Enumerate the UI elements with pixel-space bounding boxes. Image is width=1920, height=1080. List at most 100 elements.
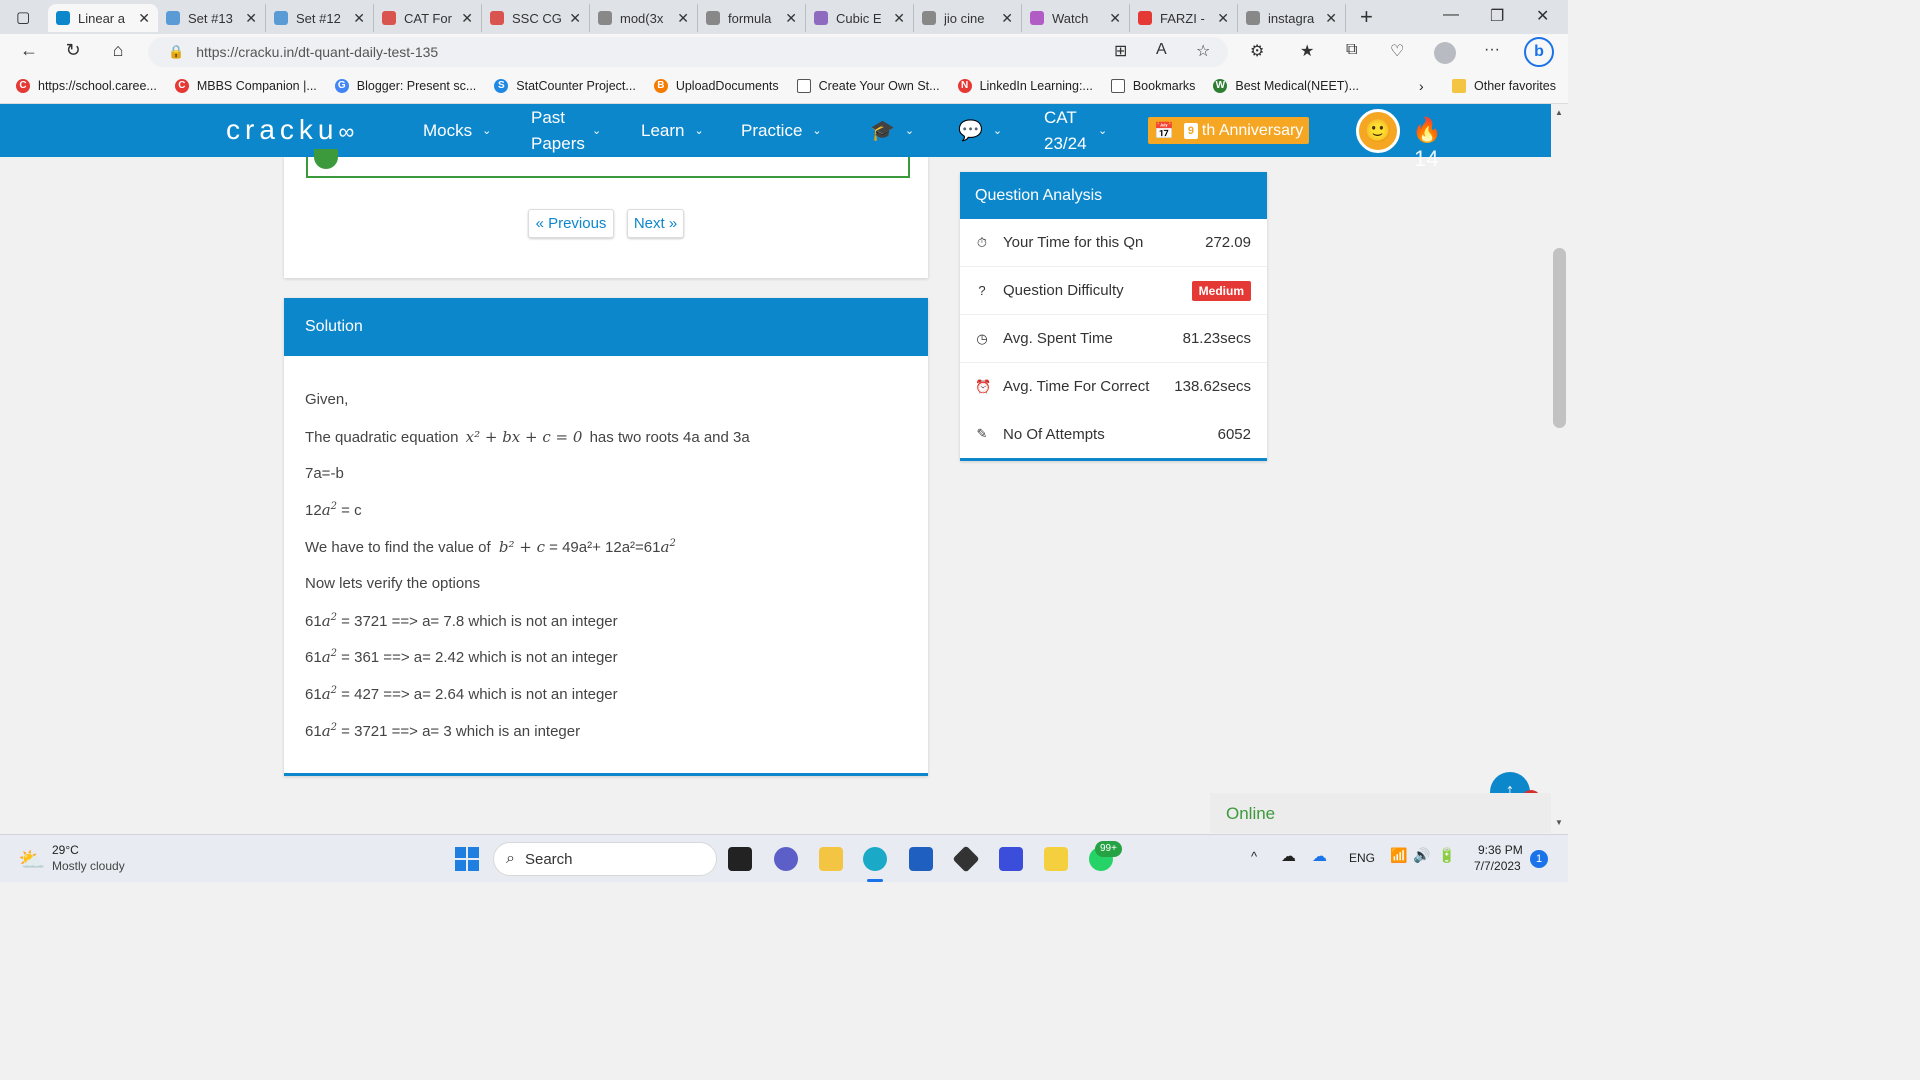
tab-favicon [56, 11, 70, 25]
tab-6[interactable]: formula ✕ [698, 4, 806, 32]
language-indicator[interactable]: ENG [1349, 851, 1375, 865]
file-explorer-icon[interactable] [819, 847, 843, 871]
close-window-icon[interactable]: ✕ [1536, 6, 1549, 26]
onedrive-icon[interactable]: ☁ [1312, 847, 1327, 865]
favorites-icon[interactable]: ★ [1300, 41, 1314, 61]
close-tab-icon[interactable]: ✕ [461, 10, 473, 27]
weather-icon[interactable]: ⛅ [18, 847, 45, 873]
close-tab-icon[interactable]: ✕ [677, 10, 689, 27]
tab-actions-icon[interactable]: ▢ [16, 8, 30, 26]
favorite-7[interactable]: Bookmarks [1110, 79, 1195, 93]
scroll-down-icon[interactable]: ▼ [1555, 818, 1563, 827]
favorite-6[interactable]: N LinkedIn Learning:... [957, 79, 1093, 93]
tab-9[interactable]: Watch ✕ [1022, 4, 1130, 32]
close-tab-icon[interactable]: ✕ [1217, 10, 1229, 27]
previous-button[interactable]: « Previous [528, 209, 614, 238]
favorite-8[interactable]: W Best Medical(NEET)... [1213, 79, 1359, 93]
favorite-4[interactable]: B UploadDocuments [653, 79, 779, 93]
tab-4[interactable]: SSC CG ✕ [482, 4, 590, 32]
nav-courses[interactable]: 🎓 ⌄ [870, 104, 914, 157]
settings-more-icon[interactable]: ··· [1484, 41, 1500, 59]
favorite-3[interactable]: S StatCounter Project... [494, 79, 636, 93]
favorite-2[interactable]: G Blogger: Present sc... [334, 79, 476, 93]
other-favorites[interactable]: Other favorites [1452, 79, 1556, 93]
vpn-icon[interactable]: ☁ [1281, 847, 1296, 865]
favorite-icon: B [653, 79, 668, 93]
tab-8[interactable]: jio cine ✕ [914, 4, 1022, 32]
edge-icon[interactable] [863, 847, 887, 871]
favorite-0[interactable]: Chttps://school.caree... [16, 79, 157, 93]
tab-0[interactable]: Linear a ✕ [48, 4, 158, 32]
chevron-down-icon[interactable]: ⌄ [592, 104, 601, 157]
nav-cat[interactable]: CAT 23/24 [1044, 104, 1087, 157]
user-avatar[interactable]: 🙂 [1356, 109, 1400, 153]
windows-start-icon[interactable] [455, 847, 479, 871]
tab-5[interactable]: mod(3x ✕ [590, 4, 698, 32]
nav-past-papers[interactable]: Past Papers [531, 104, 585, 157]
app-m-icon[interactable] [999, 847, 1023, 871]
tray-chevron-icon[interactable]: ^ [1251, 849, 1257, 864]
page-scrollbar[interactable] [1551, 104, 1568, 833]
scrollbar-thumb[interactable] [1553, 248, 1566, 428]
extensions-icon[interactable]: ⚙ [1250, 41, 1264, 61]
scroll-up-icon[interactable]: ▲ [1555, 108, 1563, 117]
streak-flame-icon[interactable]: 🔥 [1412, 116, 1442, 145]
site-navbar: cracku∞ Mocks ⌄ Past Papers ⌄ Learn ⌄ Pract… [0, 104, 1551, 171]
close-tab-icon[interactable]: ✕ [1325, 10, 1337, 27]
battery-icon[interactable]: 🔋 [1438, 847, 1455, 864]
app-cube-icon[interactable] [952, 845, 980, 873]
performance-icon[interactable]: ♡ [1390, 41, 1404, 61]
wifi-icon[interactable]: 📶 [1390, 847, 1407, 864]
taskbar-search[interactable]: ⌕ Search [493, 842, 717, 876]
favorite-star-icon[interactable]: ☆ [1196, 41, 1210, 61]
bing-chat-icon[interactable]: b [1524, 37, 1554, 67]
close-tab-icon[interactable]: ✕ [569, 10, 581, 27]
nav-forum[interactable]: 💬 ⌄ [958, 104, 1002, 157]
app-available-icon[interactable]: ⊞ [1114, 41, 1127, 61]
read-aloud-icon[interactable]: A [1156, 41, 1167, 59]
restore-icon[interactable]: ❐ [1490, 6, 1504, 26]
refresh-icon[interactable]: ↻ [62, 40, 84, 61]
store-icon[interactable] [909, 847, 933, 871]
task-view-icon[interactable] [728, 847, 752, 871]
nav-learn[interactable]: Learn ⌄ [641, 104, 704, 157]
clock-time[interactable]: 9:36 PM [1478, 843, 1523, 857]
notification-badge[interactable]: 1 [1530, 850, 1548, 868]
clock-date[interactable]: 7/7/2023 [1474, 859, 1521, 873]
url-field[interactable]: 🔒 https://cracku.in/dt-quant-daily-test-… [148, 37, 1228, 67]
chat-status-bar[interactable]: Online [1210, 793, 1551, 833]
site-logo[interactable]: cracku∞ [226, 114, 354, 146]
tab-10[interactable]: FARZI - ✕ [1130, 4, 1238, 32]
home-icon[interactable]: ⌂ [107, 40, 129, 61]
anniversary-banner[interactable]: 📅 9 th Anniversary [1148, 117, 1309, 144]
tab-3[interactable]: CAT For ✕ [374, 4, 482, 32]
favorites-overflow-icon[interactable]: › [1419, 78, 1424, 94]
favorite-1[interactable]: C MBBS Companion |... [174, 79, 317, 93]
new-tab-icon[interactable]: + [1360, 4, 1373, 30]
tab-2[interactable]: Set #12 ✕ [266, 4, 374, 32]
close-tab-icon[interactable]: ✕ [1109, 10, 1121, 27]
chevron-down-icon[interactable]: ⌄ [1098, 104, 1107, 157]
close-tab-icon[interactable]: ✕ [245, 10, 257, 27]
tab-label: Cubic E [836, 10, 882, 26]
next-button[interactable]: Next » [627, 209, 684, 238]
tab-list: Linear a ✕ Set #13 ✕ Set #12 ✕ CAT For ✕ SSC CG ✕… [48, 0, 1346, 32]
teams-icon[interactable] [774, 847, 798, 871]
profile-avatar[interactable] [1434, 42, 1456, 64]
close-tab-icon[interactable]: ✕ [893, 10, 905, 27]
minimize-icon[interactable]: — [1443, 6, 1459, 24]
close-tab-icon[interactable]: ✕ [785, 10, 797, 27]
back-icon[interactable]: ← [18, 40, 40, 61]
collections-icon[interactable]: ⧉ [1346, 41, 1357, 59]
nav-practice[interactable]: Practice ⌄ [741, 104, 822, 157]
volume-icon[interactable]: 🔊 [1413, 847, 1430, 864]
close-tab-icon[interactable]: ✕ [138, 10, 150, 27]
nav-mocks[interactable]: Mocks ⌄ [423, 104, 491, 157]
close-tab-icon[interactable]: ✕ [1001, 10, 1013, 27]
close-tab-icon[interactable]: ✕ [353, 10, 365, 27]
tab-1[interactable]: Set #13 ✕ [158, 4, 266, 32]
tab-7[interactable]: Cubic E ✕ [806, 4, 914, 32]
favorite-5[interactable]: Create Your Own St... [796, 79, 940, 93]
sticky-notes-icon[interactable] [1044, 847, 1068, 871]
tab-11[interactable]: instagra ✕ [1238, 4, 1346, 32]
